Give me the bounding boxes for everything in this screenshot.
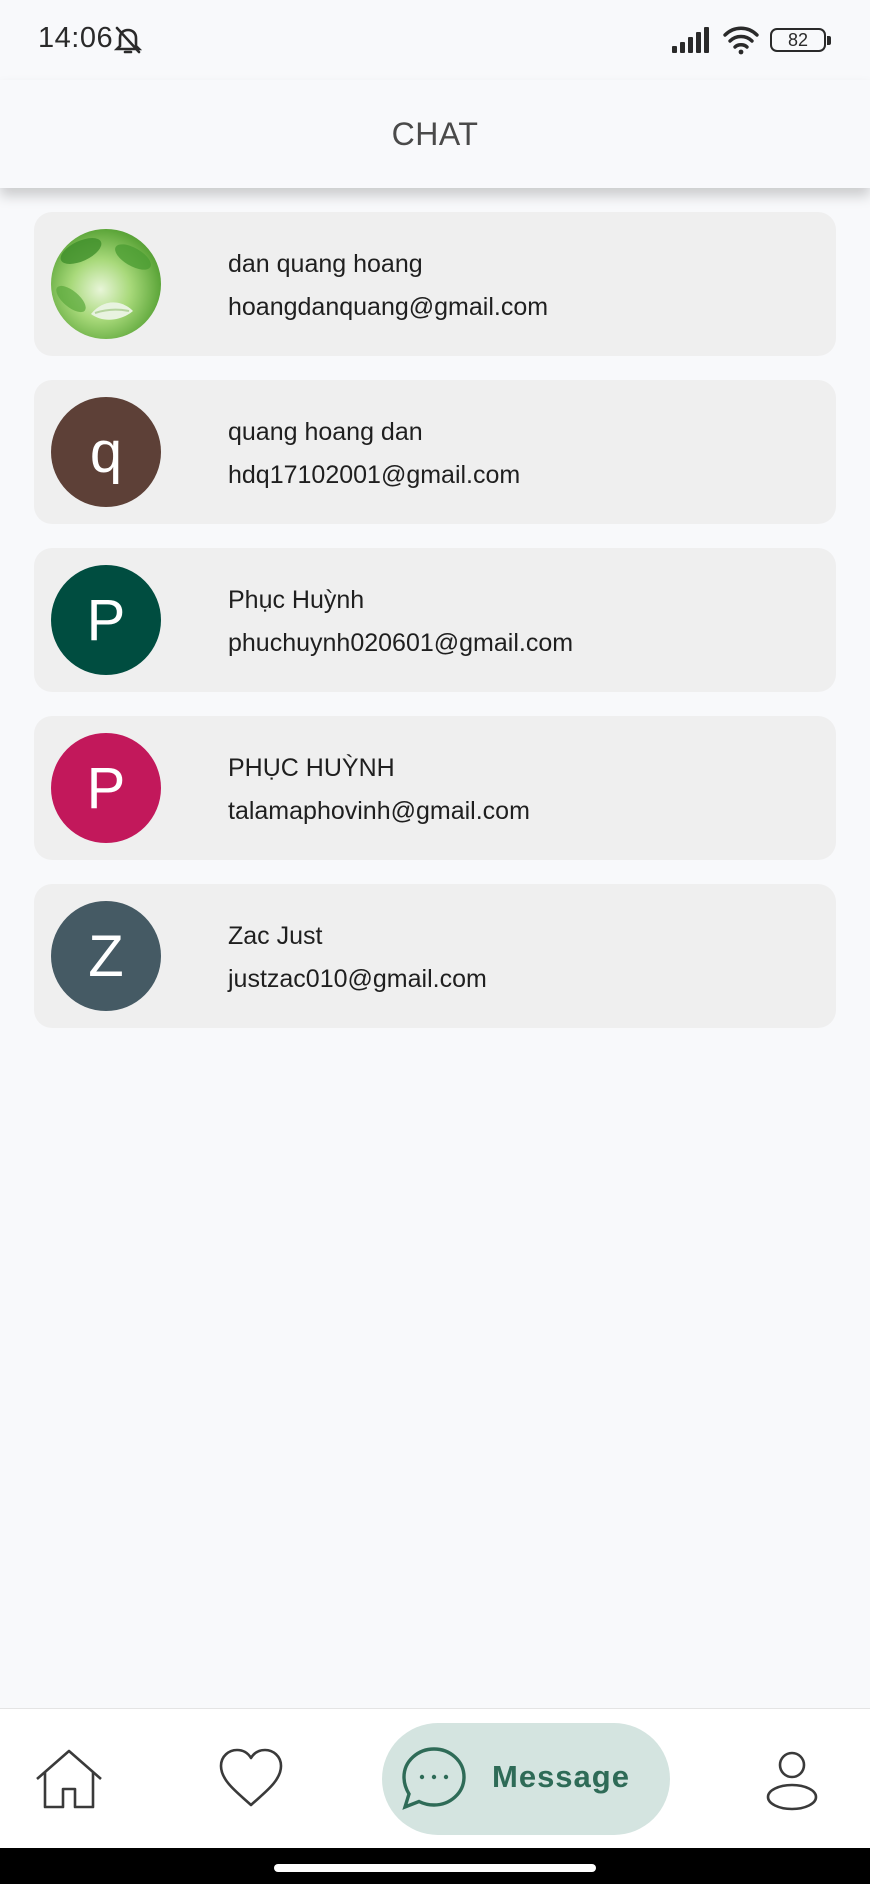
chat-info: quang hoang dan hdq17102001@gmail.com <box>228 418 520 490</box>
avatar <box>51 229 161 339</box>
contact-name: Phục Huỳnh <box>228 586 365 614</box>
avatar: P <box>51 565 161 675</box>
chat-list: dan quang hoang hoangdanquang@gmail.com … <box>34 212 836 1052</box>
avatar: P <box>51 733 161 843</box>
home-icon <box>36 1749 102 1809</box>
app-bar: CHAT <box>0 80 870 188</box>
page-title: CHAT <box>391 115 479 152</box>
nav-message-label: Message <box>492 1759 630 1794</box>
contact-email: hdq17102001@gmail.com <box>228 461 521 489</box>
chat-list-item[interactable]: P Phục Huỳnh phuchuynh020601@gmail.com <box>34 548 836 692</box>
contact-email: talamaphovinh@gmail.com <box>228 797 530 825</box>
contact-email: hoangdanquang@gmail.com <box>228 293 549 321</box>
avatar-letter: q <box>89 419 123 485</box>
bell-off-icon <box>113 26 143 54</box>
chat-info: Phục Huỳnh phuchuynh020601@gmail.com <box>228 586 573 658</box>
avatar: Z <box>51 901 161 1011</box>
contact-name: Zac Just <box>228 922 323 950</box>
nav-favorites-button[interactable] <box>218 1747 284 1809</box>
contact-email: justzac010@gmail.com <box>228 965 487 993</box>
chat-list-item[interactable]: P PHỤC HUỲNH talamaphovinh@gmail.com <box>34 716 836 860</box>
chat-list-item[interactable]: q quang hoang dan hdq17102001@gmail.com <box>34 380 836 524</box>
chat-info: dan quang hoang hoangdanquang@gmail.com <box>228 250 548 322</box>
system-navigation-bar <box>0 1848 870 1884</box>
chat-list-item[interactable]: dan quang hoang hoangdanquang@gmail.com <box>34 212 836 356</box>
home-indicator[interactable] <box>274 1864 596 1872</box>
contact-name: PHỤC HUỲNH <box>228 754 395 782</box>
wifi-icon <box>723 26 759 55</box>
avatar-letter: Z <box>88 923 124 989</box>
status-time: 14:06 <box>38 22 114 54</box>
bottom-nav: Message <box>0 1708 870 1848</box>
heart-icon <box>219 1748 283 1807</box>
leaf-photo-icon <box>56 238 151 320</box>
user-icon <box>766 1751 818 1811</box>
contact-name: quang hoang dan <box>228 418 423 446</box>
nav-message-button[interactable]: Message <box>382 1723 670 1835</box>
nav-profile-button[interactable] <box>764 1749 820 1811</box>
chat-bubble-icon <box>402 1747 466 1810</box>
chat-info: Zac Just justzac010@gmail.com <box>228 922 487 994</box>
chat-info: PHỤC HUỲNH talamaphovinh@gmail.com <box>228 754 530 826</box>
status-bar: 14:06 82 <box>0 0 870 80</box>
avatar-letter: P <box>86 587 126 653</box>
avatar: q <box>51 397 161 507</box>
contact-email: phuchuynh020601@gmail.com <box>228 629 574 657</box>
avatar-letter: P <box>86 755 126 821</box>
nav-home-button[interactable] <box>34 1747 104 1811</box>
battery-indicator: 82 <box>770 28 831 52</box>
battery-level: 82 <box>787 29 809 50</box>
signal-icon <box>672 27 709 53</box>
contact-name: dan quang hoang <box>228 250 423 278</box>
chat-list-item[interactable]: Z Zac Just justzac010@gmail.com <box>34 884 836 1028</box>
